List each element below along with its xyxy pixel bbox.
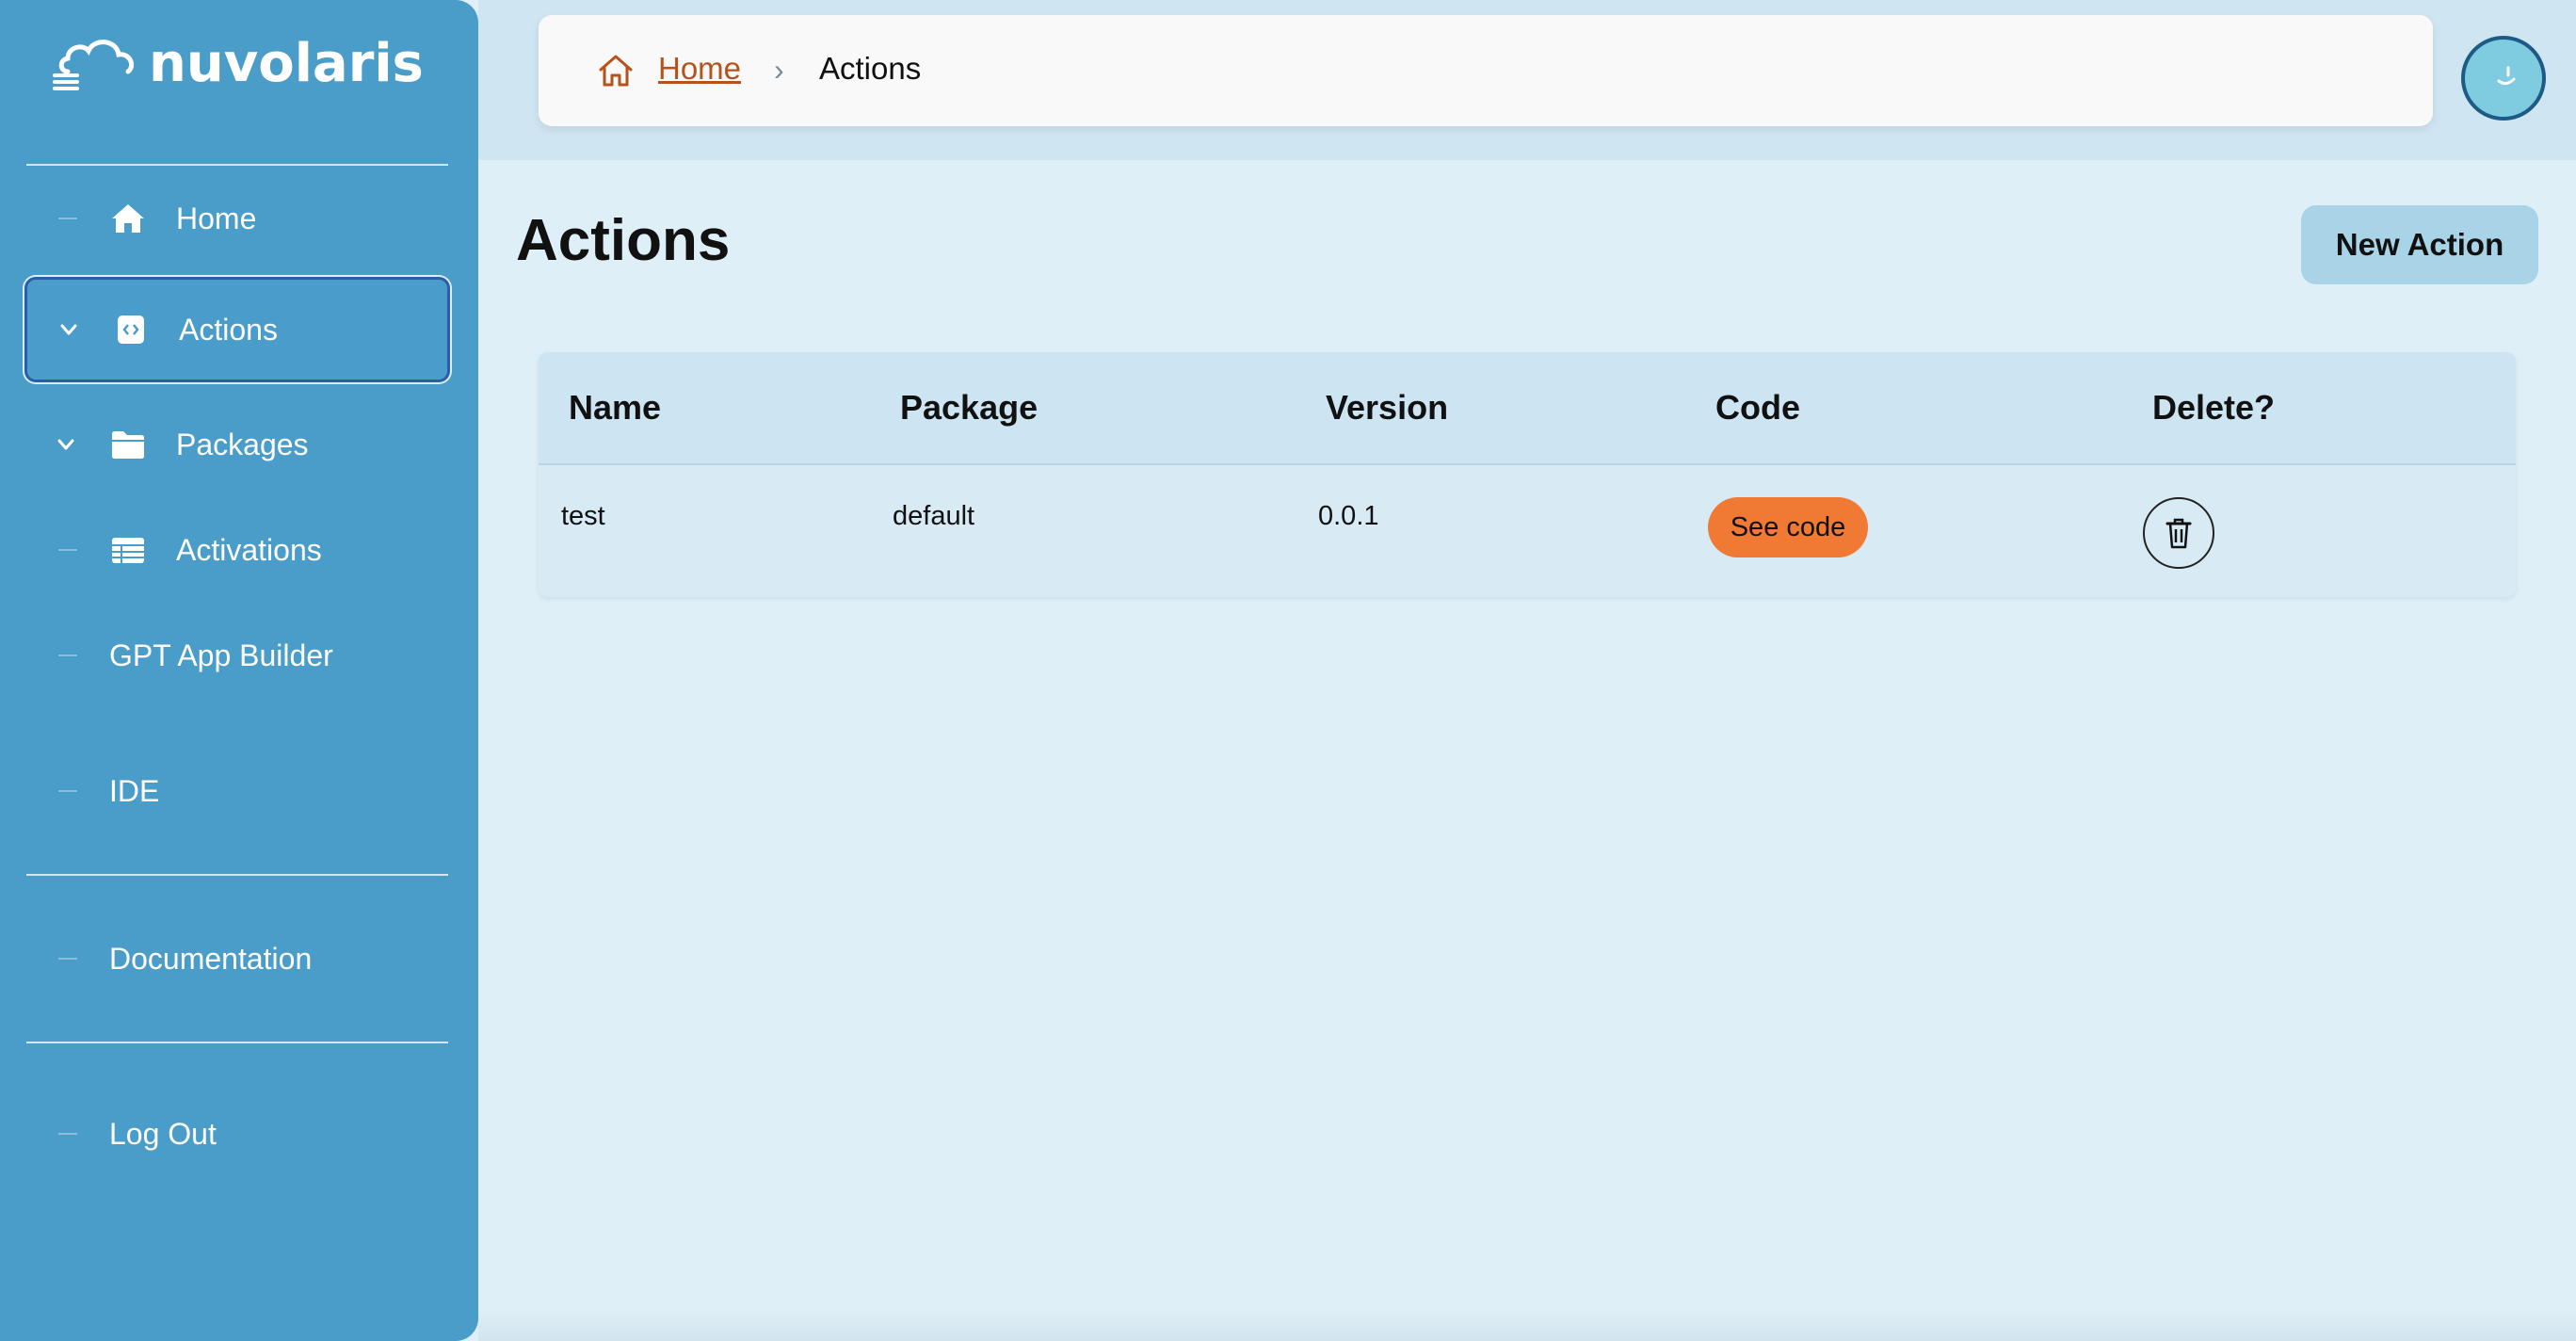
home-icon [112, 204, 144, 233]
trash-icon [2165, 518, 2192, 549]
see-code-button[interactable]: See code [1708, 497, 1868, 557]
sidebar-item-packages[interactable]: Packages [24, 392, 450, 497]
breadcrumb-separator: › [774, 53, 784, 87]
sidebar-item-label: Documentation [109, 941, 313, 976]
column-header-code: Code [1715, 388, 1800, 427]
page-title: Actions [516, 208, 731, 273]
code-icon [118, 315, 144, 344]
sidebar-item-label: Activations [176, 532, 322, 567]
sidebar-item-ide[interactable]: IDE [24, 738, 450, 844]
new-action-button[interactable]: New Action [2301, 205, 2538, 284]
user-face-icon [2497, 66, 2516, 86]
column-header-name: Name [569, 388, 662, 427]
delete-button[interactable] [2143, 497, 2214, 569]
cell-name: test [561, 501, 605, 531]
home-outline-icon[interactable] [597, 53, 635, 89]
column-header-package: Package [900, 388, 1038, 427]
table-header: Name Package Version Code Delete? [539, 352, 2516, 465]
nav-marker [58, 654, 77, 656]
sidebar-item-documentation[interactable]: Documentation [24, 906, 450, 1011]
chevron-down-icon [57, 439, 74, 450]
nav-marker [58, 218, 77, 219]
sidebar-item-label: Home [176, 201, 257, 235]
sidebar-item-gpt-app-builder[interactable]: GPT App Builder [24, 603, 450, 708]
logo-text: nuvolaris [149, 33, 424, 94]
nav-marker [58, 1133, 77, 1135]
chevron-down-icon [60, 324, 77, 335]
column-header-delete: Delete? [2152, 388, 2276, 427]
cell-package: default [893, 501, 975, 531]
bottom-shadow [478, 1309, 2576, 1341]
actions-table: Name Package Version Code Delete? test d… [539, 352, 2516, 597]
table-icon [112, 538, 144, 563]
breadcrumb-current: Actions [819, 51, 922, 86]
nav-marker [58, 958, 77, 960]
breadcrumb-home-link[interactable]: Home [658, 51, 741, 87]
sidebar-divider [26, 1042, 448, 1043]
sidebar-item-label: Actions [179, 312, 278, 347]
sidebar-item-home[interactable]: Home [24, 166, 450, 271]
column-header-version: Version [1326, 388, 1449, 427]
avatar[interactable] [2461, 36, 2546, 121]
cell-version: 0.0.1 [1318, 501, 1379, 531]
sidebar-item-label: Packages [176, 427, 309, 461]
sidebar-item-label: GPT App Builder [109, 638, 333, 672]
sidebar-divider [26, 874, 448, 876]
sidebar: nuvolaris Home Actions Packages Activati… [0, 0, 478, 1341]
breadcrumb: Home › Actions [539, 15, 2433, 126]
sidebar-item-log-out[interactable]: Log Out [24, 1081, 450, 1187]
sidebar-item-actions[interactable]: Actions [24, 277, 450, 382]
folder-icon [112, 431, 144, 459]
sidebar-item-label: Log Out [109, 1116, 217, 1151]
nuvolaris-logo[interactable]: nuvolaris [51, 34, 424, 94]
cloud-logo-icon [53, 40, 135, 90]
nav-marker [58, 790, 77, 792]
nav-marker [58, 549, 77, 551]
sidebar-item-activations[interactable]: Activations [24, 497, 450, 603]
sidebar-item-label: IDE [109, 773, 160, 808]
